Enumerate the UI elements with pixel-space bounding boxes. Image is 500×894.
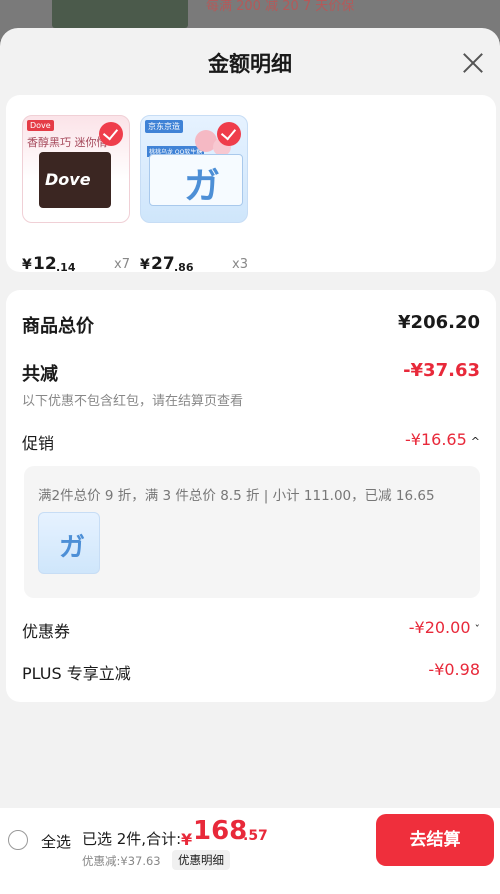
product-item[interactable]: Dove 香醇黑巧 迷你情 Dove ¥ 12 .14 x7 <box>22 115 130 274</box>
product-brand-tag: 京东京造 <box>145 120 183 133</box>
plus-discount-row: PLUS 专享立减 -¥0.98 <box>22 660 480 684</box>
select-all-radio[interactable] <box>8 830 28 850</box>
coupon-value-group[interactable]: -¥20.00 ˇ <box>409 618 480 637</box>
plus-discount-value: -¥0.98 <box>428 660 480 679</box>
selected-count-text: 已选 2件,合计: <box>82 830 182 848</box>
checkmark-icon[interactable] <box>217 122 241 146</box>
currency-symbol: ¥ <box>22 257 32 273</box>
promo-value: -¥16.65 <box>405 430 467 449</box>
background-promo-text: 每满 200 减 20 7 天价保 <box>206 0 355 14</box>
price-summary-card: 商品总价 ¥206.20 共减 -¥37.63 以下优惠不包含红包，请在结算页查… <box>6 290 496 702</box>
checkmark-icon[interactable] <box>99 122 123 146</box>
price-integer: 27 <box>151 254 175 274</box>
chevron-down-icon: ˇ <box>474 623 481 636</box>
product-item[interactable]: 京东京造 桃桃乌龙 QQ软生糖 ¥ 27 .86 x3 <box>140 115 248 274</box>
total-reduction-label: 共减 <box>22 364 58 385</box>
products-card: Dove 香醇黑巧 迷你情 Dove ¥ 12 .14 x7 京东京造 桃桃乌龙… <box>6 95 496 274</box>
reduction-note: 以下优惠不包含红包，请在结算页查看 <box>22 394 244 409</box>
chocolate-box-icon: Dove <box>39 152 111 208</box>
price-decimal: .86 <box>174 261 194 274</box>
plus-discount-label: PLUS 专享立减 <box>22 664 131 683</box>
goods-total-value: ¥206.20 <box>398 312 480 333</box>
total-price-integer: 168 <box>193 816 248 846</box>
promo-detail-text: 满2件总价 9 折，满 3 件总价 8.5 折 | 小计 111.00，已减 1… <box>38 488 435 504</box>
checkout-bar: 全选 已选 2件,合计: ¥ 168 .57 优惠减:¥37.63 优惠明细 去… <box>0 808 500 894</box>
product-box-label: Dove <box>45 170 91 189</box>
total-price-decimal: .57 <box>243 828 268 844</box>
currency-symbol: ¥ <box>140 257 150 273</box>
total-reduction-value: -¥37.63 <box>403 360 480 381</box>
checkout-button[interactable]: 去结算 <box>376 814 494 866</box>
product-price: ¥ 12 .14 x7 <box>22 253 130 275</box>
promo-row[interactable]: 促销 -¥16.65 ^ <box>22 430 480 454</box>
promo-label: 促销 <box>22 434 55 453</box>
goods-total-row: 商品总价 ¥206.20 <box>22 312 480 338</box>
coupon-value: -¥20.00 <box>408 618 471 637</box>
discount-summary-text: 优惠减:¥37.63 <box>82 854 161 868</box>
chevron-up-icon: ^ <box>470 435 480 448</box>
promo-value-group[interactable]: -¥16.65 ^ <box>405 430 480 449</box>
product-image: 京东京造 桃桃乌龙 QQ软生糖 <box>140 115 248 223</box>
coupon-label: 优惠券 <box>22 622 71 641</box>
product-brand-tag: Dove <box>27 120 54 131</box>
amount-detail-sheet: 金额明细 Dove 香醇黑巧 迷你情 Dove ¥ 12 .14 x7 京东京造 <box>0 28 500 894</box>
product-price: ¥ 27 .86 x3 <box>140 253 248 275</box>
coupon-row[interactable]: 优惠券 -¥20.00 ˇ <box>22 618 480 642</box>
sheet-title: 金额明细 <box>208 52 292 76</box>
promo-detail-box: 满2件总价 9 折，满 3 件总价 8.5 折 | 小计 111.00，已减 1… <box>24 466 480 598</box>
product-image: Dove 香醇黑巧 迷你情 Dove <box>22 115 130 223</box>
product-quantity: x3 <box>232 257 248 272</box>
promo-product-thumbnail <box>38 512 100 574</box>
candy-pack-icon <box>149 154 243 209</box>
price-integer: 12 <box>33 254 57 274</box>
total-reduction-row: 共减 -¥37.63 <box>22 360 480 386</box>
product-image-text: 香醇黑巧 迷你情 <box>27 136 108 149</box>
background-product-image <box>52 0 188 28</box>
price-decimal: .14 <box>56 261 76 274</box>
total-currency-symbol: ¥ <box>181 830 193 849</box>
goods-total-label: 商品总价 <box>22 316 94 337</box>
discount-detail-button[interactable]: 优惠明细 <box>172 850 230 870</box>
select-all-label[interactable]: 全选 <box>41 831 71 852</box>
close-icon[interactable] <box>458 48 488 78</box>
product-quantity: x7 <box>114 257 130 272</box>
